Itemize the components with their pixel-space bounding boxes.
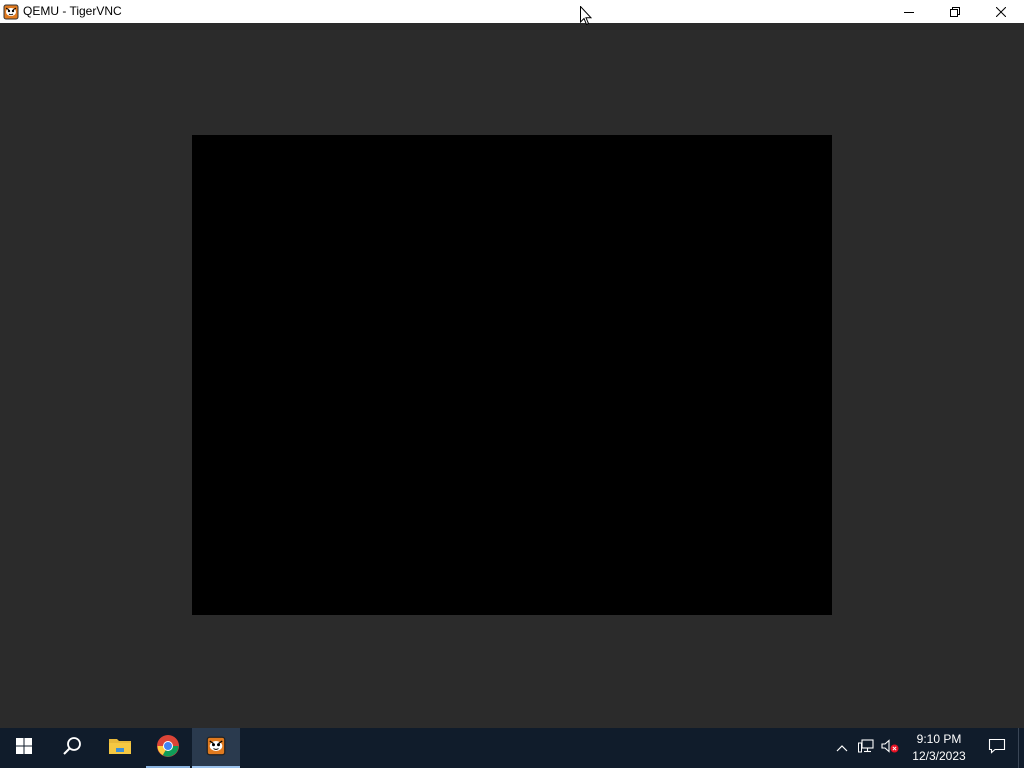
windows-logo-icon [16, 737, 32, 759]
vnc-window: QEMU - TigerVNC [0, 0, 1024, 728]
vnc-viewport[interactable] [0, 23, 1024, 728]
tigervnc-icon [206, 736, 226, 761]
start-button[interactable] [0, 728, 48, 768]
show-hidden-icons-button[interactable] [830, 728, 854, 768]
taskbar-clock[interactable]: 9:10 PM 12/3/2023 [902, 728, 976, 768]
chrome-button[interactable] [144, 728, 192, 768]
volume-muted-icon [881, 738, 899, 758]
title-bar[interactable]: QEMU - TigerVNC [0, 0, 1024, 23]
network-icon [858, 738, 874, 758]
tigervnc-button[interactable] [192, 728, 240, 768]
network-button[interactable] [854, 728, 878, 768]
chevron-up-icon [836, 739, 848, 757]
system-tray: 9:10 PM 12/3/2023 [830, 728, 1024, 768]
chrome-icon [156, 734, 180, 763]
file-explorer-button[interactable] [96, 728, 144, 768]
taskbar: 9:10 PM 12/3/2023 [0, 728, 1024, 768]
action-center-button[interactable] [976, 728, 1018, 768]
window-title: QEMU - TigerVNC [23, 4, 122, 18]
close-icon [996, 6, 1006, 17]
window-controls [886, 0, 1024, 23]
close-button[interactable] [978, 0, 1024, 23]
minimize-button[interactable] [886, 0, 932, 23]
search-button[interactable] [48, 728, 96, 768]
tigervnc-icon [3, 4, 19, 20]
show-desktop-button[interactable] [1018, 728, 1024, 768]
folder-icon [108, 736, 132, 761]
restore-icon [950, 6, 960, 17]
action-center-icon [988, 738, 1006, 759]
remote-desktop-screen[interactable] [192, 135, 832, 615]
search-icon [62, 736, 82, 761]
minimize-icon [904, 7, 914, 17]
volume-button[interactable] [878, 728, 902, 768]
restore-button[interactable] [932, 0, 978, 23]
clock-time: 9:10 PM [916, 732, 962, 746]
clock-date: 12/3/2023 [912, 749, 966, 763]
